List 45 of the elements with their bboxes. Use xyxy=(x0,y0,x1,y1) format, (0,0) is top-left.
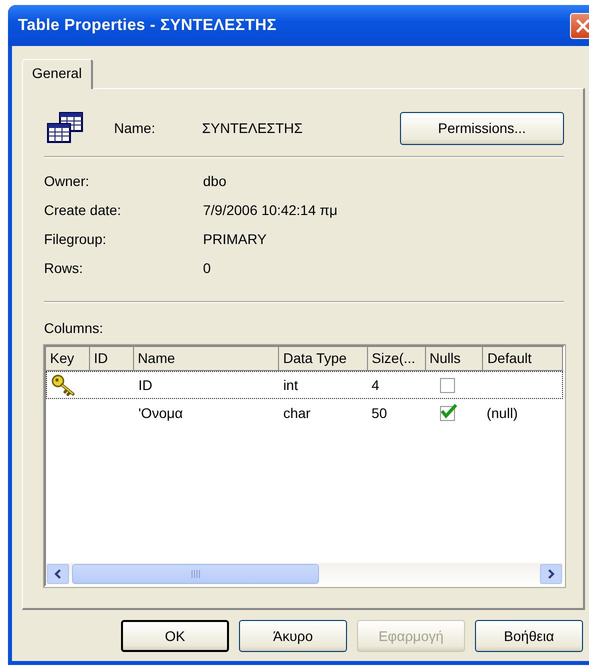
table-cell: 'Ονομα xyxy=(138,405,183,421)
table-cell: (null) xyxy=(486,405,518,421)
name-value: ΣΥΝΤΕΛΕΣΤΗΣ xyxy=(202,120,304,136)
property-label: Create date: xyxy=(44,202,122,218)
scroll-left-button[interactable] xyxy=(47,564,69,584)
table-cell: 4 xyxy=(371,377,380,393)
column-header[interactable]: Default xyxy=(483,347,563,371)
column-header[interactable]: ID xyxy=(90,347,134,371)
table-cell: char xyxy=(283,405,310,421)
tab[interactable]: General xyxy=(22,59,93,89)
property-value: 7/9/2006 10:42:14 πμ xyxy=(203,202,338,218)
dialog-button[interactable]: Βοήθεια xyxy=(475,620,583,652)
dialog-button[interactable]: OK xyxy=(121,620,229,652)
grip-icon xyxy=(190,570,200,578)
grid-row[interactable]: ID int 4 xyxy=(46,371,563,399)
column-header[interactable]: Nulls xyxy=(426,347,484,371)
table-cell: ID xyxy=(138,377,152,393)
scroll-right-button[interactable] xyxy=(540,564,562,584)
table-cell: 50 xyxy=(371,405,388,421)
chevron-left-icon xyxy=(53,568,63,580)
name-label: Name: xyxy=(114,120,156,136)
scroll-thumb[interactable] xyxy=(72,564,319,584)
horizontal-scrollbar[interactable] xyxy=(46,563,563,585)
dialog-button[interactable]: Άκυρο xyxy=(239,620,347,652)
grid-row[interactable]: 'Ονομα char 50 (null) xyxy=(46,399,563,427)
columns-label: Columns: xyxy=(44,320,104,336)
table-cell: int xyxy=(283,377,298,393)
property-value: dbo xyxy=(203,173,228,189)
property-label: Filegroup: xyxy=(44,231,108,247)
close-icon xyxy=(575,18,589,34)
nulls-checkbox[interactable] xyxy=(440,378,456,392)
column-header[interactable]: Key xyxy=(46,347,90,371)
column-header[interactable]: Name xyxy=(134,347,280,371)
property-value: PRIMARY xyxy=(203,231,268,247)
column-header[interactable]: Size(... xyxy=(368,347,426,371)
table-icon xyxy=(46,112,84,144)
chevron-right-icon xyxy=(546,568,556,580)
permissions-button[interactable]: Permissions... xyxy=(400,112,564,144)
column-header[interactable]: Data Type xyxy=(279,347,368,371)
window-title: Table Properties - ΣΥΝΤΕΛΕΣΤΗΣ xyxy=(18,16,277,34)
close-button[interactable] xyxy=(570,12,589,38)
nulls-checkbox[interactable] xyxy=(440,406,456,420)
property-label: Owner: xyxy=(44,173,90,189)
property-value: 0 xyxy=(203,260,212,276)
property-label: Rows: xyxy=(44,260,84,276)
